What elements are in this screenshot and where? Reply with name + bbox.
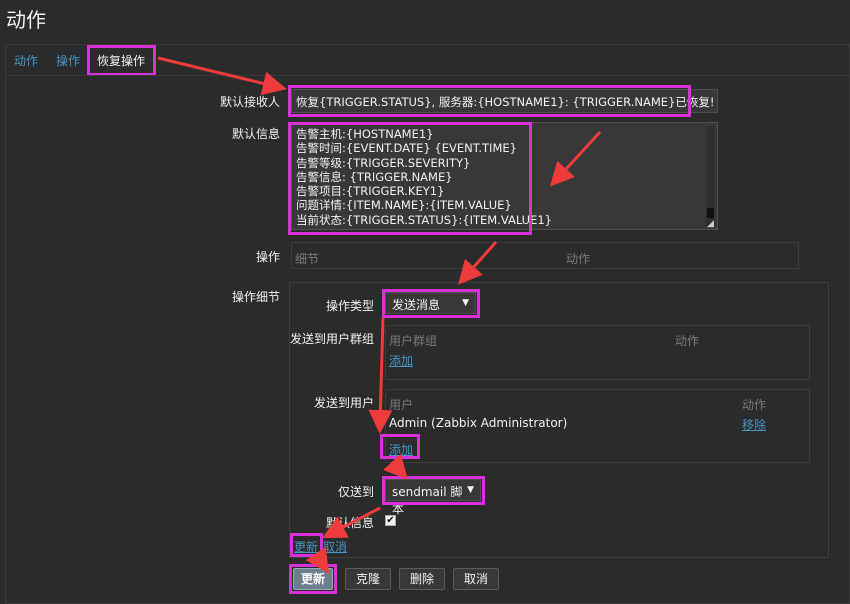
arrow-to-message	[549, 130, 602, 187]
annotation-arrows	[157, 56, 602, 574]
arrow-add-to-send-only	[383, 453, 409, 480]
arrow-tab-to-subject	[157, 56, 287, 96]
arrow-to-op-type	[458, 241, 498, 285]
arrow-to-inner-update	[322, 506, 381, 539]
arrow-op-type-to-add	[368, 317, 393, 434]
arrow-to-update-button	[305, 546, 329, 574]
